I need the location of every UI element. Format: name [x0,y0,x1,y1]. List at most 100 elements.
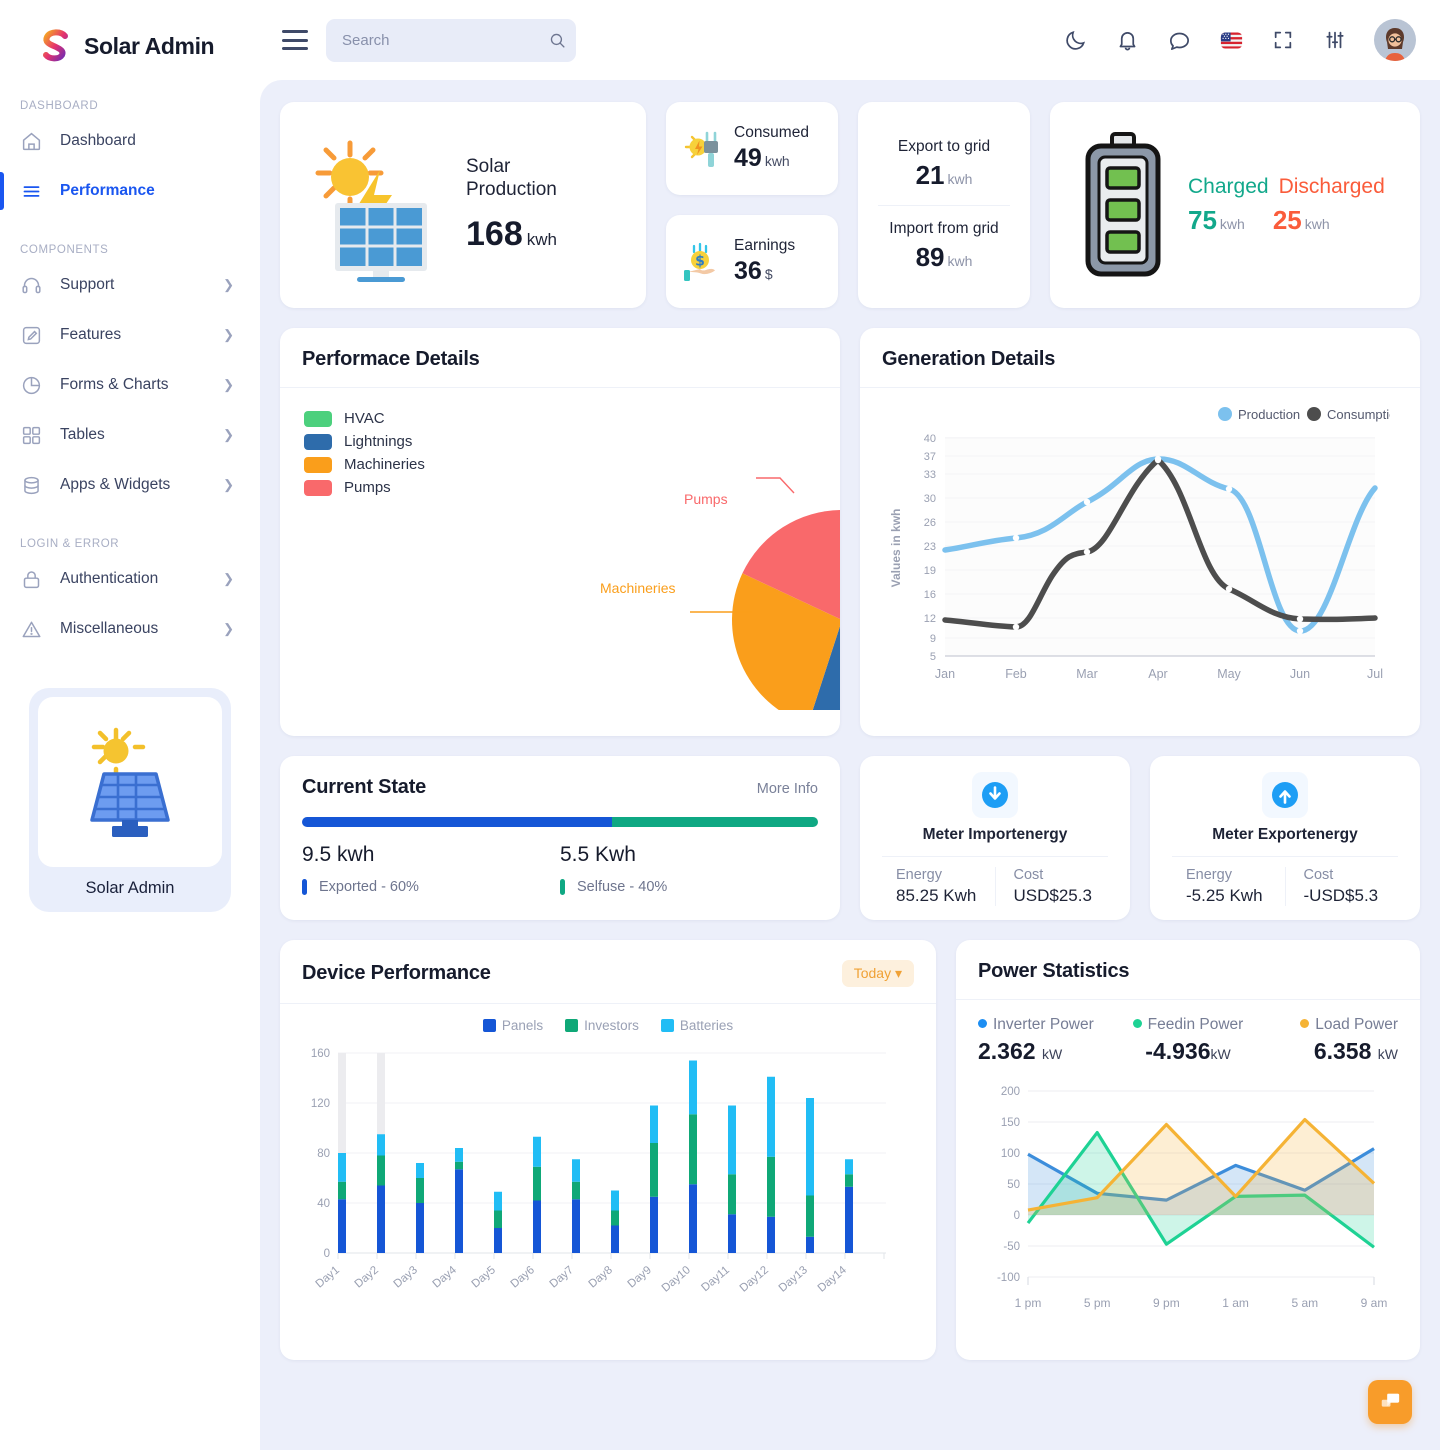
import-from-grid-label: Import from grid [889,219,999,237]
sidebar-item-label: Forms & Charts [60,376,169,393]
brand[interactable]: Solar Admin [0,14,260,72]
bar-segment [338,1181,346,1200]
bar-segment [494,1210,502,1228]
sidebar-item-support[interactable]: Support ❯ [0,260,260,310]
more-info-link[interactable]: More Info [757,781,818,797]
sidebar: Solar Admin DASHBOARD Dashboard Performa… [0,0,260,1450]
bar-segment [572,1199,580,1253]
meter-export-energy: Energy -5.25 Kwh [1168,867,1285,906]
x-axis-tick: Day7 [548,1264,576,1290]
svg-text:Jan: Jan [935,667,955,681]
svg-text:Jul: Jul [1367,667,1383,681]
bar-segment [728,1214,736,1253]
hamburger-icon[interactable] [282,30,308,50]
pie-legend: HVAC Lightnings Machineries Pumps [304,410,425,502]
legend-production: Production [1238,407,1300,422]
grid-exchange-card: Export to grid 21 kwh Import from grid 89… [858,102,1030,308]
inverter-power-unit: kW [1041,1046,1063,1062]
search-box[interactable] [326,18,576,62]
y-axis-tick: 50 [1007,1179,1020,1191]
svg-text:40: 40 [317,1198,330,1210]
language-flag-icon[interactable] [1218,27,1244,53]
legend-label: Batteries [679,1018,734,1033]
sidebar-item-apps-widgets[interactable]: Apps & Widgets ❯ [0,460,260,510]
solar-production-card: Solar Production 168 kwh [280,102,646,308]
search-input[interactable] [342,31,541,49]
pie-callout-machineries: Machineries [600,580,676,596]
bar-segment [455,1161,463,1170]
battery-charged-unit: kwh [1219,215,1245,232]
state-meters-row: Current State More Info 9.5 kwh Exported… [280,756,1420,920]
bar-segment [650,1196,658,1253]
import-from-grid-value: 89 [915,241,945,272]
battery-discharged-unit: kwh [1304,215,1330,232]
y-axis-tick: 200 [1001,1086,1020,1098]
sidebar-item-forms-charts[interactable]: Forms & Charts ❯ [0,360,260,410]
sidebar-item-authentication[interactable]: Authentication ❯ [0,554,260,604]
legend-label: Machineries [344,456,425,473]
charts-row-2: Device Performance Today ▾ Panels Invest… [280,940,1420,1360]
card-title: Current State [302,776,427,798]
x-axis-tick: Day10 [660,1264,693,1295]
sidebar-item-label: Performance [60,182,155,199]
arrow-up-circle-icon [1262,772,1308,818]
battery-discharged-value: 25 [1272,204,1302,235]
x-axis-tick: Day6 [509,1264,537,1290]
chat-bubbles-icon[interactable] [1368,1380,1412,1424]
inverter-power-label: Inverter Power [993,1016,1094,1033]
bar-segment [377,1134,385,1156]
sidebar-item-features[interactable]: Features ❯ [0,310,260,360]
messages-icon[interactable] [1166,27,1192,53]
legend-label: Investors [584,1018,639,1033]
avatar[interactable] [1374,19,1416,61]
dark-mode-icon[interactable] [1062,27,1088,53]
sidebar-item-dashboard[interactable]: Dashboard [0,116,260,166]
legend-item-batteries: Batteries [660,1018,734,1033]
x-axis-tick: Day8 [587,1264,615,1290]
bar-segment [845,1159,853,1175]
bar-segment [572,1159,580,1182]
bar-segment [572,1181,580,1200]
earnings-label: Earnings [734,237,796,254]
sidebar-section-login-error: LOGIN & ERROR [20,538,120,550]
x-axis-tick: Day14 [816,1264,850,1295]
device-performance-card: Device Performance Today ▾ Panels Invest… [280,940,936,1360]
sidebar-item-label: Miscellaneous [60,620,159,637]
sidebar-item-tables[interactable]: Tables ❯ [0,410,260,460]
legend-dot [1300,1019,1310,1028]
sidebar-item-performance[interactable]: Performance [0,166,260,216]
search-icon[interactable] [549,32,566,49]
solar-production-text: Solar Production 168 kwh [466,156,557,254]
sidebar-item-miscellaneous[interactable]: Miscellaneous ❯ [0,604,260,654]
solar-production-label-line1: Solar [466,156,511,178]
svg-text:19: 19 [924,565,936,577]
chevron-right-icon: ❯ [223,427,234,442]
generation-line-chart: Production Consumption 40 37 33 30 26 23 19 1… [860,388,1420,694]
svg-text:5: 5 [930,651,936,663]
power-statistics-area-chart: 200 150 100 50 0 -50 -100 1 pm 5 pm 9 pm 1 am 5 am… [956,1065,1420,1327]
headset-icon [20,274,42,296]
cost-label: Cost [1303,867,1334,883]
performance-details-card: Performace Details HVAC Lightnings Machi… [280,328,840,736]
svg-text:0: 0 [324,1248,330,1260]
bar-segment [806,1195,814,1237]
bar-segment [416,1178,424,1203]
pie-chart [580,420,840,710]
inverter-power-value: 2.362 [978,1038,1036,1064]
settings-sliders-icon[interactable] [1322,27,1348,53]
card-header: Performace Details [280,328,840,388]
card-header: Power Statistics [956,940,1420,1000]
sidebar-item-label: Support [60,276,115,293]
today-filter-dropdown[interactable]: Today ▾ [841,960,914,987]
import-from-grid-unit: kwh [947,252,973,269]
sidebar-section-dashboard: DASHBOARD [20,100,99,112]
svg-text:16: 16 [924,589,936,601]
notifications-icon[interactable] [1114,27,1140,53]
fullscreen-icon[interactable] [1270,27,1296,53]
solar-panel-lightning-icon [302,125,452,285]
sidebar-promo-card[interactable]: Solar Admin [29,688,231,912]
generation-details-card: Generation Details Production Consumptio… [860,328,1420,736]
card-title: Device Performance [302,962,491,984]
legend-label: Panels [501,1018,544,1033]
legend-item: HVAC [304,410,425,427]
